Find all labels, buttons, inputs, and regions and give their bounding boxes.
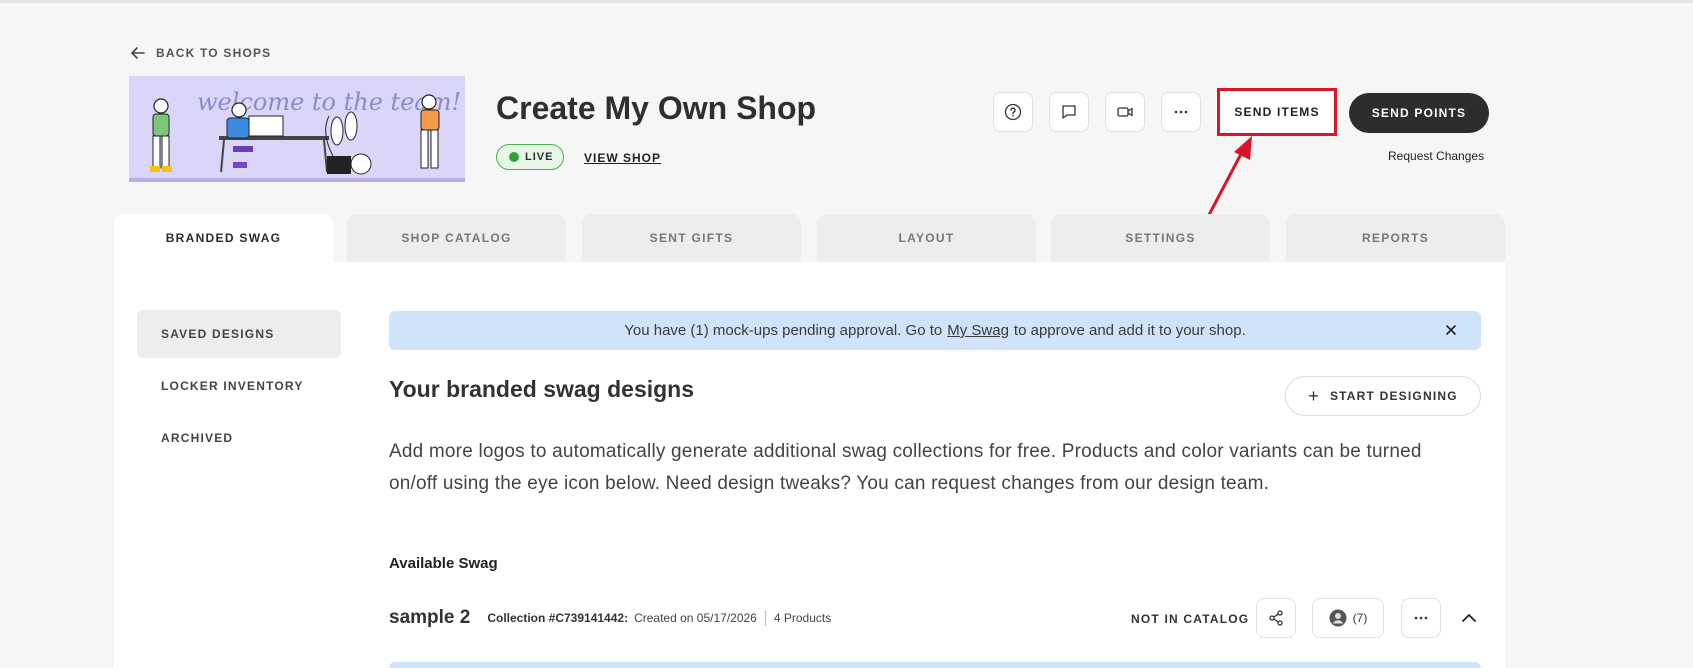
sidebar-item-locker-inventory[interactable]: LOCKER INVENTORY [137, 362, 341, 410]
more-horizontal-icon [1174, 110, 1188, 114]
collection-created-date: Created on 05/17/2026 [634, 611, 757, 625]
help-circle-icon [1004, 103, 1022, 121]
collection-id: Collection #C739141442: [487, 611, 629, 625]
alert-text-after: to approve and add it to your shop. [1013, 322, 1246, 339]
request-changes-link[interactable]: Request Changes [1388, 149, 1484, 163]
desk-illustration [219, 102, 329, 173]
start-designing-label: START DESIGNING [1329, 389, 1458, 403]
tab-layout[interactable]: LAYOUT [817, 214, 1036, 262]
send-items-button[interactable]: SEND ITEMS [1217, 88, 1337, 136]
members-button[interactable]: (7) [1312, 598, 1384, 638]
tab-sent-gifts[interactable]: SENT GIFTS [582, 214, 801, 262]
shop-banner-image: welcome to the team! [129, 76, 465, 182]
tab-label: BRANDED SWAG [165, 231, 282, 245]
status-badge-label: LIVE [525, 151, 554, 163]
arrow-left-icon [131, 47, 145, 59]
user-avatar-icon [1329, 609, 1347, 627]
more-options-button[interactable] [1161, 92, 1201, 132]
catalog-status-label: NOT IN CATALOG [1131, 612, 1250, 626]
tab-settings[interactable]: SETTINGS [1051, 214, 1270, 262]
tab-label: SENT GIFTS [649, 231, 734, 245]
sidebar-item-archived[interactable]: ARCHIVED [137, 414, 341, 462]
person-right-illustration [420, 94, 440, 169]
plant-illustration [325, 111, 372, 175]
pending-approval-alert: You have (1) mock-ups pending approval. … [389, 311, 1481, 350]
banner-illustration [150, 94, 440, 175]
sidebar-item-saved-designs[interactable]: SAVED DESIGNS [137, 310, 341, 358]
alert-text-before: You have (1) mock-ups pending approval. … [624, 322, 943, 339]
send-points-button[interactable]: SEND POINTS [1349, 93, 1489, 133]
collection-info-strip [389, 662, 1481, 668]
tab-label: REPORTS [1361, 231, 1430, 245]
top-divider [0, 0, 1693, 3]
view-shop-link[interactable]: VIEW SHOP [584, 151, 661, 165]
help-button[interactable] [993, 92, 1033, 132]
section-title: Your branded swag designs [389, 376, 695, 402]
plus-icon: + [1308, 386, 1320, 406]
shop-title: Create My Own Shop [496, 90, 817, 126]
collection-name: sample 2 [389, 607, 471, 628]
tab-label: SHOP CATALOG [401, 231, 512, 245]
chat-button[interactable] [1049, 92, 1089, 132]
tab-shop-catalog[interactable]: SHOP CATALOG [347, 214, 566, 262]
share-button[interactable] [1256, 598, 1296, 638]
more-horizontal-icon [1414, 616, 1428, 620]
collection-header: sample 2 Collection #C739141442: Created… [389, 606, 831, 630]
share-icon [1269, 610, 1283, 626]
chat-icon [1062, 105, 1076, 119]
member-count: (7) [1352, 611, 1368, 625]
tab-branded-swag[interactable]: BRANDED SWAG [114, 214, 333, 262]
video-icon [1117, 107, 1133, 117]
video-button[interactable] [1105, 92, 1145, 132]
person-left-illustration [150, 98, 172, 172]
collection-product-count: 4 Products [773, 611, 832, 625]
start-designing-button[interactable]: + START DESIGNING [1285, 376, 1481, 416]
tab-reports[interactable]: REPORTS [1286, 214, 1505, 262]
back-to-shops-label: BACK TO SHOPS [156, 46, 272, 60]
section-description: Add more logos to automatically generate… [389, 441, 1422, 494]
back-to-shops-link[interactable]: BACK TO SHOPS [130, 45, 271, 61]
my-swag-link[interactable]: My Swag [947, 322, 1009, 339]
available-swag-heading: Available Swag [389, 555, 498, 572]
status-badge: LIVE [496, 144, 565, 170]
divider [764, 610, 766, 626]
live-dot-icon [509, 152, 519, 162]
chevron-up-icon[interactable] [1459, 608, 1479, 628]
close-icon[interactable] [1443, 322, 1459, 338]
collection-more-button[interactable] [1401, 598, 1441, 638]
tab-label: LAYOUT [898, 231, 955, 245]
tab-label: SETTINGS [1125, 231, 1196, 245]
